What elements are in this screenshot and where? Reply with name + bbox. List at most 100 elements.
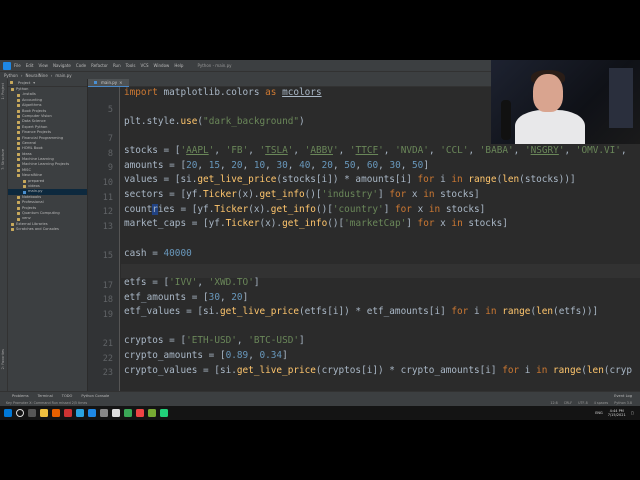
chevron-down-icon[interactable]: ▾ xyxy=(33,81,35,85)
menu-item-code[interactable]: Code xyxy=(76,63,86,68)
menu-item-file[interactable]: File xyxy=(14,63,21,68)
code-line: amounts = [20, 15, 20, 10, 30, 40, 20, 5… xyxy=(124,160,429,171)
code-line: countries = [yf.Ticker(x).get_info()['co… xyxy=(124,204,486,215)
file-encoding[interactable]: UTF-8 xyxy=(578,401,588,405)
python-file-icon xyxy=(94,80,97,84)
folder-icon xyxy=(17,142,20,146)
tab-main-py[interactable]: main.py × xyxy=(88,78,129,87)
menu-item-view[interactable]: View xyxy=(38,63,48,68)
window-title: Python - main.py xyxy=(197,63,232,68)
menu-item-help[interactable]: Help xyxy=(174,63,183,68)
code-line: sectors = [yf.Ticker(x).get_info()['indu… xyxy=(124,189,480,200)
menu-item-window[interactable]: Window xyxy=(154,63,170,68)
notification-icon[interactable]: ▢ xyxy=(631,411,634,415)
code-line: crypto_amounts = [0.89, 0.34] xyxy=(124,350,288,361)
close-icon[interactable]: × xyxy=(119,80,122,85)
tool-tab-terminal[interactable]: Terminal xyxy=(38,394,53,398)
tree-item[interactable]: Scratches and Consoles xyxy=(8,227,87,232)
project-panel-title[interactable]: Project xyxy=(18,81,30,85)
code-line: import matplotlib.colors as mcolors xyxy=(124,87,322,98)
clock-date: 7/15/2021 xyxy=(607,413,626,417)
app-icon[interactable] xyxy=(88,409,96,417)
clock[interactable]: 4:44 PM 7/15/2021 xyxy=(608,409,626,417)
file-explorer-icon[interactable] xyxy=(40,409,48,417)
folder-icon xyxy=(23,179,26,183)
windows-start-icon[interactable] xyxy=(4,409,12,417)
code-line: values = [si.get_live_price(stocks[i]) *… xyxy=(124,174,576,185)
folder-icon xyxy=(17,212,20,216)
pycharm-logo-icon xyxy=(3,61,11,70)
tool-tab-event-log[interactable]: Event Log xyxy=(614,394,632,398)
tool-tab-python-console[interactable]: Python Console xyxy=(81,394,109,398)
folder-icon xyxy=(17,158,20,162)
line-number: 9 xyxy=(107,163,113,173)
code-line: etf_amounts = [30, 20] xyxy=(124,292,249,303)
line-number: 15 xyxy=(102,251,113,261)
line-number: 23 xyxy=(102,368,113,378)
line-number-gutter: 5 7 8 9 10 11 12 13 15 17 18 19 21 22 23 xyxy=(88,87,120,391)
menu-item-tools[interactable]: Tools xyxy=(126,63,136,68)
breadcrumb-item[interactable]: NeuralNine xyxy=(25,73,47,78)
line-number: 12 xyxy=(102,207,113,217)
menu-item-refactor[interactable]: Refactor xyxy=(91,63,108,68)
language-indicator[interactable]: ENG xyxy=(595,411,603,415)
folder-icon xyxy=(17,131,20,135)
caret-position[interactable]: 12:8 xyxy=(550,401,557,405)
tool-tab-project[interactable]: 1: Project xyxy=(1,83,5,100)
search-icon[interactable] xyxy=(16,409,24,417)
task-view-icon[interactable] xyxy=(28,409,36,417)
python-file-icon xyxy=(23,190,26,194)
tool-tab-structure[interactable]: 7: Structure xyxy=(1,149,5,170)
folder-icon xyxy=(11,222,14,226)
indent-setting[interactable]: 4 spaces xyxy=(594,401,609,405)
breadcrumb-separator-icon: › xyxy=(20,73,23,78)
line-number: 10 xyxy=(102,178,113,188)
left-tool-strip: 1: Project 7: Structure 2: Favorites xyxy=(0,79,8,391)
app-icon[interactable] xyxy=(100,409,108,417)
tree-item-label: Scratches and Consoles xyxy=(16,227,59,232)
webcam-overlay xyxy=(491,60,640,144)
folder-icon xyxy=(17,109,20,113)
project-tree: Python .installs Accounting Algorithms Book … xyxy=(8,87,87,233)
menu-item-run[interactable]: Run xyxy=(113,63,121,68)
menu-bar: File Edit View Navigate Code Refactor Run Tools… xyxy=(14,63,183,68)
bottom-tool-bar: Problems Terminal TODO Python Console Ev… xyxy=(0,391,640,399)
app-icon[interactable] xyxy=(64,409,72,417)
folder-icon xyxy=(17,120,20,124)
pycharm-taskbar-icon[interactable] xyxy=(160,409,168,417)
folder-icon xyxy=(17,104,20,108)
folder-icon xyxy=(17,152,20,156)
breadcrumb-item[interactable]: main.py xyxy=(55,73,71,78)
tab-label: main.py xyxy=(101,79,118,85)
menu-item-edit[interactable]: Edit xyxy=(26,63,34,68)
firefox-icon[interactable] xyxy=(52,409,60,417)
app-icon[interactable] xyxy=(124,409,132,417)
menu-item-navigate[interactable]: Navigate xyxy=(53,63,71,68)
folder-icon xyxy=(17,115,20,119)
status-message[interactable]: Key Promoter X: Command Run missed 2/5 t… xyxy=(6,401,87,405)
folder-icon xyxy=(17,169,20,173)
current-line-highlight xyxy=(121,264,640,278)
project-panel-header: Project ▾ xyxy=(8,79,87,87)
app-icon[interactable] xyxy=(148,409,156,417)
breadcrumb-separator-icon: › xyxy=(50,73,53,78)
person-head xyxy=(533,74,563,112)
microphone xyxy=(501,100,511,140)
line-number: 7 xyxy=(107,134,113,144)
line-number: 8 xyxy=(107,149,113,159)
app-icon[interactable] xyxy=(112,409,120,417)
app-icon[interactable] xyxy=(76,409,84,417)
menu-item-vcs[interactable]: VCS xyxy=(140,63,148,68)
line-separator[interactable]: CRLF xyxy=(564,401,572,405)
tool-tab-problems[interactable]: Problems xyxy=(12,394,29,398)
windows-taskbar: ENG 4:44 PM 7/15/2021 ▢ xyxy=(0,406,640,420)
app-icon[interactable] xyxy=(136,409,144,417)
interpreter[interactable]: Python 3.8 xyxy=(614,401,632,405)
code-line: crypto_values = [si.get_live_price(crypt… xyxy=(124,365,633,376)
breadcrumb-item[interactable]: Python xyxy=(4,73,18,78)
folder-icon xyxy=(17,163,20,167)
tool-tab-todo[interactable]: TODO xyxy=(62,394,73,398)
tool-tab-favorites[interactable]: 2: Favorites xyxy=(1,349,5,369)
line-number: 5 xyxy=(107,105,113,115)
line-number: 13 xyxy=(102,222,113,232)
